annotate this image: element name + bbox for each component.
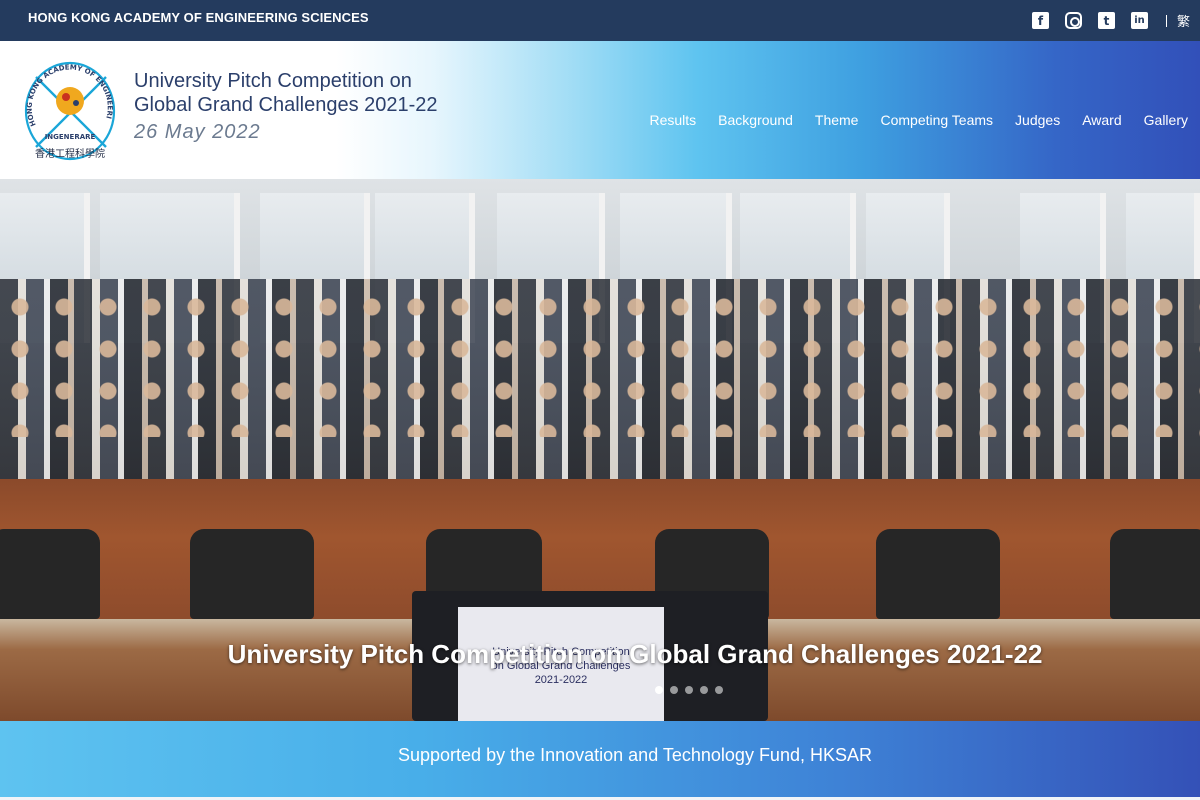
chair (876, 529, 1000, 619)
group-photo-faces (0, 287, 1200, 437)
top-bar: HONG KONG ACADEMY OF ENGINEERING SCIENCE… (0, 0, 1200, 41)
site-header: HONG KONG ACADEMY OF ENGINEERING SCIENCE… (0, 41, 1200, 179)
logo-motto: INGENERARE (45, 133, 96, 141)
main-nav: Results Background Theme Competing Teams… (649, 112, 1200, 128)
chair (1110, 529, 1200, 619)
event-date: 26 May 2022 (134, 121, 261, 143)
instagram-icon[interactable] (1064, 12, 1082, 29)
facebook-icon[interactable]: f (1031, 12, 1049, 29)
nav-competing-teams[interactable]: Competing Teams (880, 112, 993, 128)
chair (0, 529, 100, 619)
slide-dot-2[interactable] (670, 686, 678, 694)
chair (190, 529, 314, 619)
event-title-line1: University Pitch Competition on (134, 70, 412, 92)
nav-gallery[interactable]: Gallery (1144, 112, 1188, 128)
hero-slideshow[interactable]: University Pitch Competition on Global G… (0, 179, 1200, 721)
support-text: Supported by the Innovation and Technolo… (398, 745, 872, 765)
slide-dot-1[interactable] (655, 686, 663, 694)
screen-text-line3: 2021-2022 (534, 674, 588, 686)
logo-chinese-name: 香港工程科學院 (35, 147, 105, 160)
academy-logo[interactable]: HONG KONG ACADEMY OF ENGINEERING SCIENCE… (22, 55, 118, 165)
slide-dot-5[interactable] (715, 686, 723, 694)
nav-background[interactable]: Background (718, 112, 793, 128)
slide-dot-4[interactable] (700, 686, 708, 694)
slide-dot-3[interactable] (685, 686, 693, 694)
nav-theme[interactable]: Theme (815, 112, 859, 128)
org-name[interactable]: HONG KONG ACADEMY OF ENGINEERING SCIENCE… (28, 10, 369, 25)
support-banner: Supported by the Innovation and Technolo… (0, 721, 1200, 797)
hero-caption: University Pitch Competition on Global G… (227, 639, 1043, 669)
language-toggle[interactable]: 繁 (1177, 11, 1190, 30)
event-title-block: University Pitch Competition on Global G… (134, 69, 438, 144)
nav-results[interactable]: Results (649, 112, 696, 128)
nav-award[interactable]: Award (1082, 112, 1121, 128)
event-title-line2: Global Grand Challenges 2021-22 (134, 94, 438, 116)
linkedin-icon[interactable]: in (1130, 12, 1148, 29)
social-divider (1165, 14, 1167, 27)
slide-indicators (655, 686, 730, 694)
twitter-icon[interactable]: t (1097, 12, 1115, 29)
social-links: f t in 繁 (1016, 11, 1190, 30)
nav-judges[interactable]: Judges (1015, 112, 1060, 128)
